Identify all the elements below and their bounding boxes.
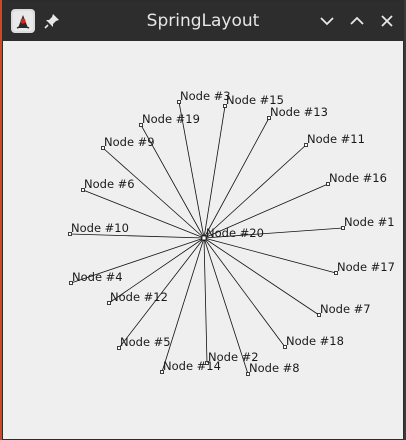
- window-title: SpringLayout: [146, 11, 260, 31]
- graph-edge: [203, 237, 337, 274]
- graph-node-label: Node #19: [142, 112, 200, 126]
- minimize-button[interactable]: [317, 11, 337, 31]
- title-bar[interactable]: SpringLayout: [3, 1, 403, 41]
- chevron-down-icon: [320, 17, 334, 26]
- graph-edge: [203, 237, 286, 348]
- close-icon: [381, 15, 393, 27]
- graph-node-label: Node #18: [286, 334, 344, 348]
- graph-node-label: Node #9: [104, 135, 155, 149]
- graph-node-label: Node #10: [71, 221, 129, 235]
- graph-edge: [203, 237, 208, 364]
- close-button[interactable]: [377, 11, 397, 31]
- graph-edge: [203, 237, 320, 316]
- graph-node-label: Node #5: [120, 335, 171, 349]
- graph-node-label: Node #8: [249, 361, 300, 375]
- graph-node-label: Node #4: [72, 270, 123, 284]
- graph-node-label: Node #16: [329, 171, 387, 185]
- chevron-up-icon: [350, 16, 364, 25]
- graph-node-label: Node #17: [337, 260, 395, 274]
- graph-node-label: Node #6: [84, 177, 135, 191]
- graph-node-label: Node #12: [110, 290, 168, 304]
- graph-node-label: Node #3: [180, 89, 231, 103]
- graph-node-label: Node #1: [344, 215, 395, 229]
- maximize-button[interactable]: [347, 11, 367, 31]
- graph-node-label: Node #11: [307, 132, 365, 146]
- graph-node-label: Node #7: [320, 302, 371, 316]
- graph-node-label: Node #14: [163, 359, 221, 373]
- graph-edge: [203, 144, 307, 239]
- spring-layout-graph[interactable]: Node #3Node #15Node #13Node #19Node #9 No…: [3, 41, 403, 439]
- springlayout-window: SpringLayout Node #3 Node #15 Node #13 Node…: [2, 0, 404, 440]
- graph-center-label: Node #20: [206, 226, 264, 240]
- graph-edge: [161, 237, 205, 373]
- nodes: Node #3Node #15Node #13Node #19Node #9 No…: [68, 89, 395, 376]
- graph-canvas[interactable]: Node #3 Node #15 Node #13 Node #19 Node #9 No…: [3, 41, 403, 439]
- graph-node-label: Node #13: [270, 105, 328, 119]
